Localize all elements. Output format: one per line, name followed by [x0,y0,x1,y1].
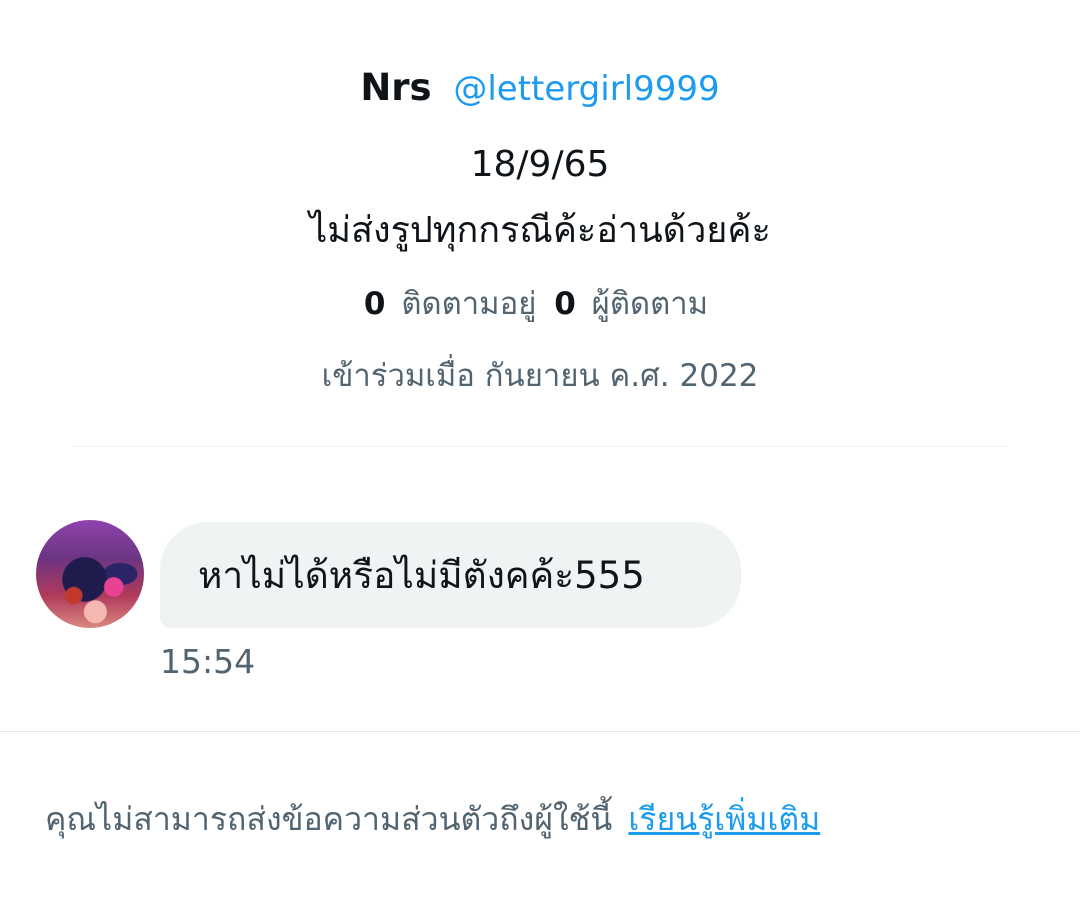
header-divider [72,446,1008,447]
profile-joined-date: เข้าร่วมเมื่อ กันยายน ค.ศ. 2022 [321,358,759,394]
dm-disabled-notice: คุณไม่สามารถส่งข้อความส่วนตัวถึงผู้ใช้นี… [45,792,1055,846]
message-bubble[interactable]: หาไม่ได้หรือไม่มีตังคค้ะ555 [160,522,741,628]
footer-divider [0,731,1080,732]
followers-label: ผู้ติดตาม [591,286,709,322]
message-timestamp: 15:54 [160,642,256,681]
followers-count: 0 [554,286,576,322]
learn-more-link[interactable]: เรียนรู้เพิ่มเติม [628,800,820,838]
profile-name-line: Nrs @lettergirl9999 [0,60,1080,117]
profile-display-name[interactable]: Nrs [360,66,431,109]
following-stat[interactable]: 0 ติดตามอยู่ [364,286,554,322]
profile-handle[interactable]: @lettergirl9999 [453,69,719,109]
following-count: 0 [363,286,386,322]
follow-stats: 0 ติดตามอยู่ 0 ผู้ติดตาม [0,278,1080,330]
profile-bio-line-1: 18/9/65 [470,144,610,185]
message-text: หาไม่ได้หรือไม่มีตังคค้ะ555 [198,553,645,597]
dm-disabled-text: คุณไม่สามารถส่งข้อความส่วนตัวถึงผู้ใช้นี… [45,800,613,838]
profile-bio-line-2: ไม่ส่งรูปทุกกรณีค้ะอ่านด้วยค้ะ [309,210,771,251]
dm-conversation-page: Nrs @lettergirl9999 18/9/65 ไม่ส่งรูปทุก… [0,0,1080,902]
followers-stat[interactable]: 0 ผู้ติดตาม [554,286,716,322]
following-label: ติดตามอยู่ [401,286,537,322]
user-avatar[interactable] [36,520,144,628]
